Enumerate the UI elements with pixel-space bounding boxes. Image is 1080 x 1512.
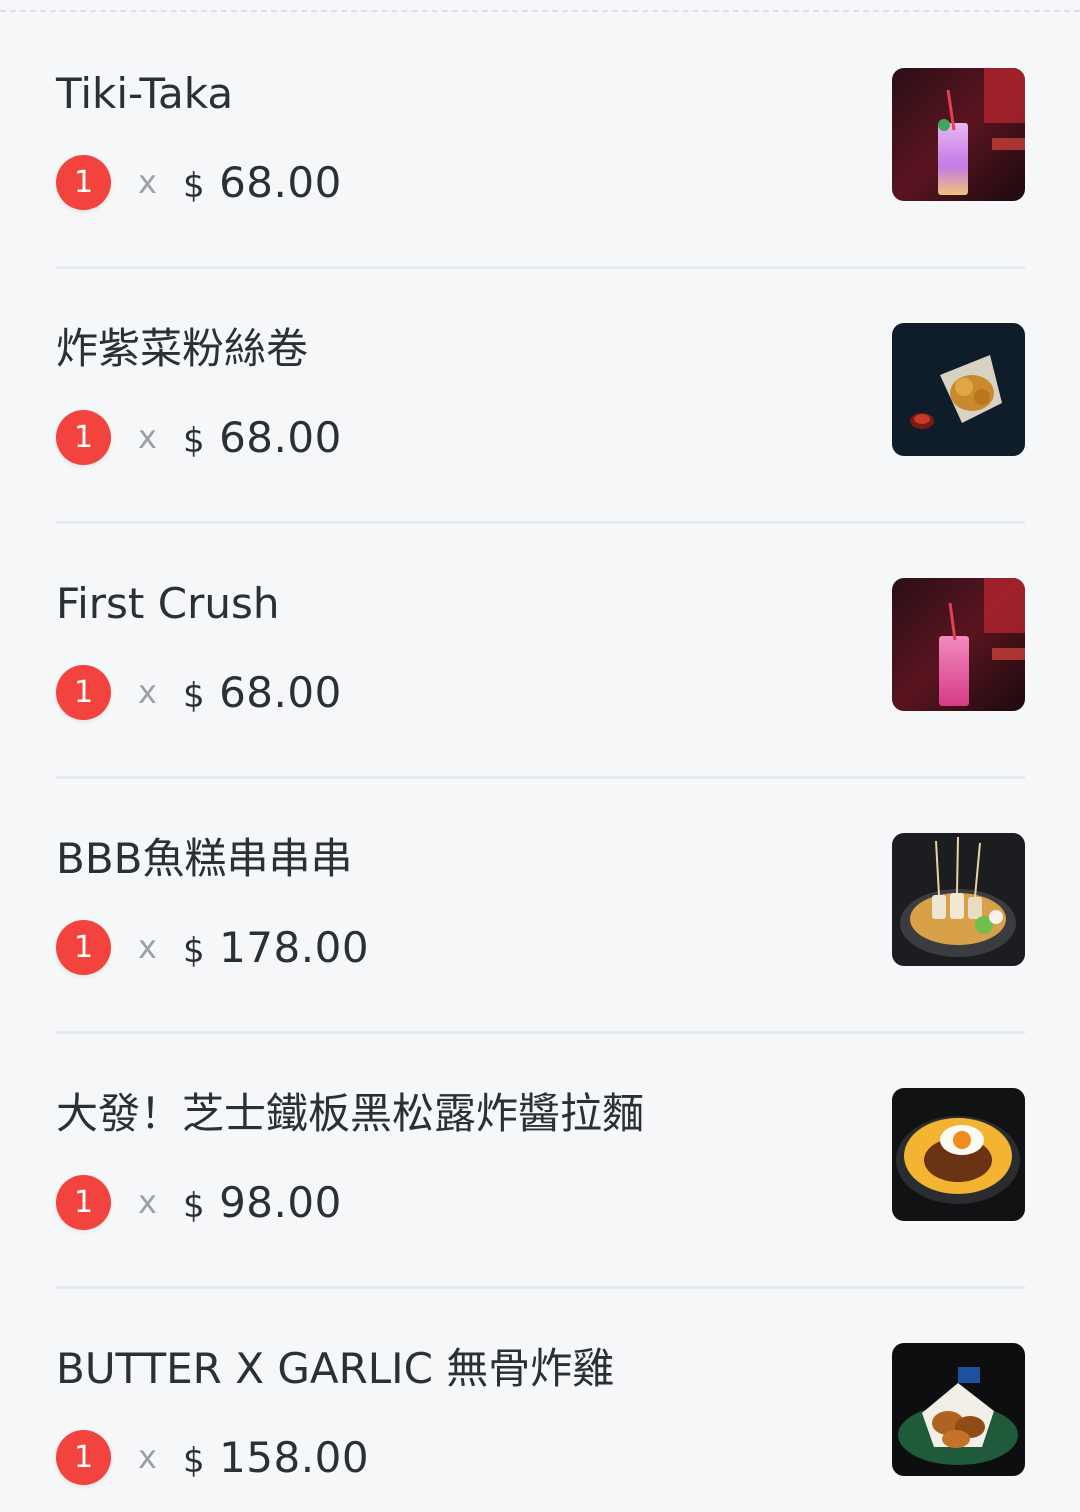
quantity-badge: 1	[56, 154, 111, 210]
multiply-sign: x	[138, 673, 157, 711]
item-name: First Crush	[56, 579, 280, 628]
currency-symbol: $	[182, 930, 206, 971]
price-value: 178.00	[219, 922, 370, 972]
quantity-badge: 1	[56, 409, 111, 465]
item-name: 炸紫菜粉絲卷	[56, 324, 309, 373]
item-name: 大發！芝士鐵板黑松露炸醬拉麵	[56, 1089, 645, 1138]
item-price: $98.00	[183, 1178, 342, 1227]
multiply-sign: x	[138, 418, 157, 456]
price-value: 68.00	[219, 412, 342, 462]
quantity-price-row: 1 x $98.00	[56, 1174, 342, 1230]
multiply-sign: x	[138, 928, 157, 966]
quantity-price-row: 1 x $178.00	[56, 919, 369, 975]
cocktail-glass-icon[interactable]	[892, 578, 1025, 711]
fried-seaweed-roll-icon[interactable]	[892, 323, 1025, 456]
currency-symbol: $	[182, 1185, 206, 1226]
order-item-list: Tiki-Taka 1 x $68.00 炸紫菜粉絲卷 1 x $ 68.00 …	[56, 14, 1025, 1512]
item-price: $158.00	[183, 1433, 369, 1482]
fish-cake-skewers-icon[interactable]	[892, 833, 1025, 966]
dashed-divider	[0, 10, 1080, 12]
item-name: BBB魚糕串串串	[56, 834, 353, 883]
item-name: BUTTER X GARLIC 無骨炸雞	[56, 1344, 615, 1393]
quantity-badge: 1	[56, 664, 111, 720]
price-value: 68.00	[219, 667, 342, 717]
quantity-price-row: 1 x $68.00	[56, 664, 342, 720]
price-value: 98.00	[219, 1177, 342, 1227]
order-item[interactable]: 大發！芝士鐵板黑松露炸醬拉麵 1 x $98.00	[56, 1034, 1025, 1289]
price-value: 68.00	[219, 157, 342, 207]
item-price: $178.00	[183, 923, 369, 972]
order-item[interactable]: Tiki-Taka 1 x $68.00	[56, 14, 1025, 269]
currency-symbol: $	[182, 420, 206, 461]
quantity-badge: 1	[56, 1429, 111, 1485]
order-item[interactable]: BBB魚糕串串串 1 x $178.00	[56, 779, 1025, 1034]
quantity-price-row: 1 x $158.00	[56, 1429, 369, 1485]
cocktail-glass-icon[interactable]	[892, 68, 1025, 201]
item-price: $68.00	[183, 413, 342, 462]
multiply-sign: x	[138, 163, 157, 201]
multiply-sign: x	[138, 1438, 157, 1476]
cart-page: Tiki-Taka 1 x $68.00 炸紫菜粉絲卷 1 x $ 68.00 …	[0, 0, 1080, 1512]
quantity-badge: 1	[56, 919, 111, 975]
item-price: $68.00	[183, 158, 342, 207]
quantity-price-row: 1 x $68.00	[56, 409, 342, 465]
multiply-sign: x	[138, 1183, 157, 1221]
item-price: $68.00	[183, 668, 342, 717]
item-name: Tiki-Taka	[56, 69, 234, 118]
quantity-badge: 1	[56, 1174, 111, 1230]
order-item[interactable]: 炸紫菜粉絲卷 1 x $68.00	[56, 269, 1025, 524]
currency-symbol: $	[182, 165, 206, 206]
currency-symbol: $	[182, 1440, 206, 1481]
order-item[interactable]: First Crush 1 x $68.00	[56, 524, 1025, 779]
fried-chicken-basket-icon[interactable]	[892, 1343, 1025, 1476]
cheese-ramen-egg-icon[interactable]	[892, 1088, 1025, 1221]
currency-symbol: $	[182, 675, 206, 716]
quantity-price-row: 1 x $68.00	[56, 154, 342, 210]
order-item[interactable]: BUTTER X GARLIC 無骨炸雞 1 x $158.00	[56, 1289, 1025, 1512]
price-value: 158.00	[219, 1432, 370, 1482]
